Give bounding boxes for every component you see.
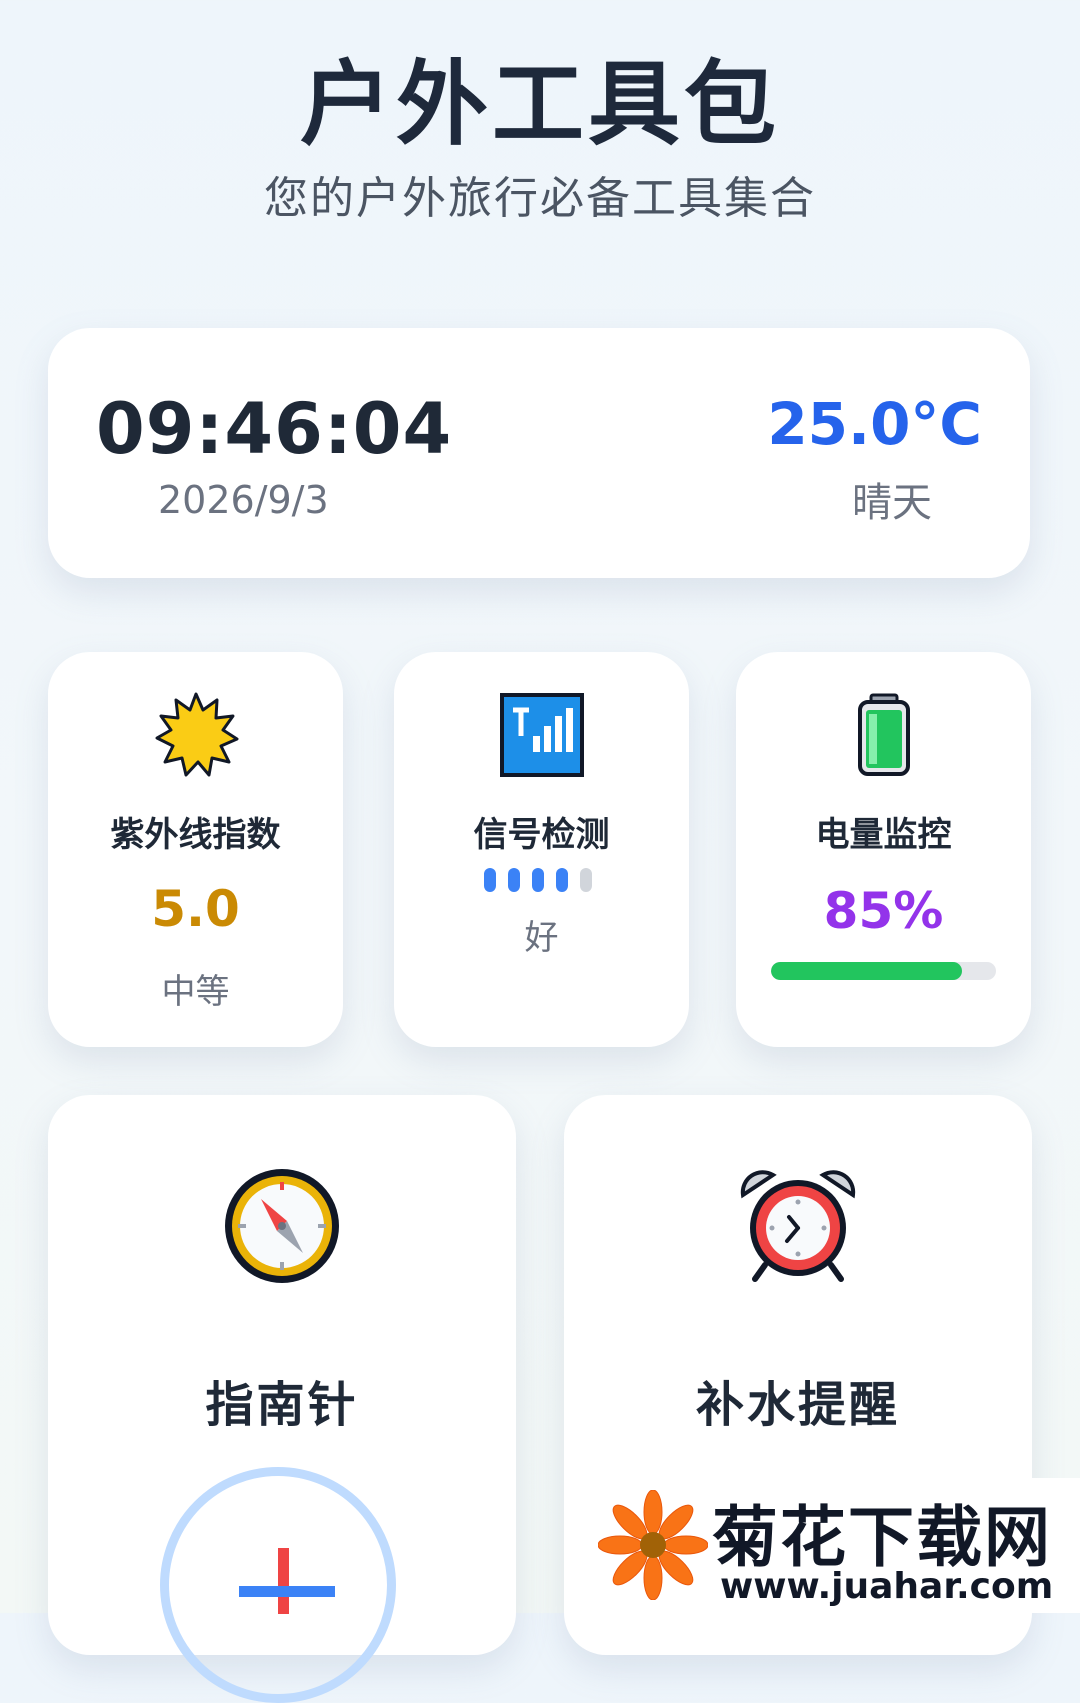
signal-card[interactable]: 信号检测 好 — [394, 652, 689, 1047]
compass-east-west-needle — [239, 1586, 335, 1597]
compass-card[interactable]: 指南针 — [48, 1095, 516, 1703]
flower-logo-icon — [598, 1490, 708, 1600]
compass-icon — [225, 1169, 339, 1283]
compass-dial — [160, 1467, 396, 1703]
sun-icon — [155, 692, 238, 777]
signal-bar — [532, 868, 544, 892]
temperature: 25.0°C — [767, 390, 982, 458]
battery-level-fill — [771, 962, 963, 980]
signal-bar — [556, 868, 568, 892]
battery-level-bar — [771, 962, 996, 980]
battery-label: 电量监控 — [815, 815, 952, 855]
signal-bar — [580, 868, 592, 892]
watermark-url: www.juahar.com — [720, 1566, 1054, 1607]
current-time: 09:46:04 — [96, 388, 453, 470]
uv-value: 5.0 — [151, 880, 240, 938]
compass-north-needle — [278, 1548, 289, 1614]
watermark: 菊花下载网 www.juahar.com — [592, 1478, 1080, 1613]
alarm-clock-icon — [740, 1170, 856, 1282]
signal-status: 好 — [524, 918, 559, 958]
hydration-label: 补水提醒 — [695, 1377, 900, 1433]
weather-condition: 晴天 — [852, 480, 932, 526]
signal-label: 信号检测 — [473, 815, 610, 855]
battery-card[interactable]: 电量监控 85% — [736, 652, 1031, 1047]
compass-label: 指南针 — [205, 1377, 359, 1433]
signal-icon — [499, 693, 584, 777]
current-date: 2026/9/3 — [158, 478, 329, 522]
page-title: 户外工具包 — [299, 51, 780, 158]
battery-icon — [857, 693, 910, 776]
signal-bar — [484, 868, 496, 892]
time-weather-card: 09:46:04 2026/9/3 25.0°C 晴天 — [48, 328, 1030, 578]
uv-index-card[interactable]: 紫外线指数 5.0 中等 — [48, 652, 343, 1047]
uv-level: 中等 — [161, 972, 230, 1012]
signal-strength-bars — [484, 868, 592, 896]
uv-label: 紫外线指数 — [110, 815, 281, 855]
page-subtitle: 您的户外旅行必备工具集合 — [264, 173, 816, 224]
signal-bar — [508, 868, 520, 892]
battery-percent: 85% — [823, 882, 944, 940]
